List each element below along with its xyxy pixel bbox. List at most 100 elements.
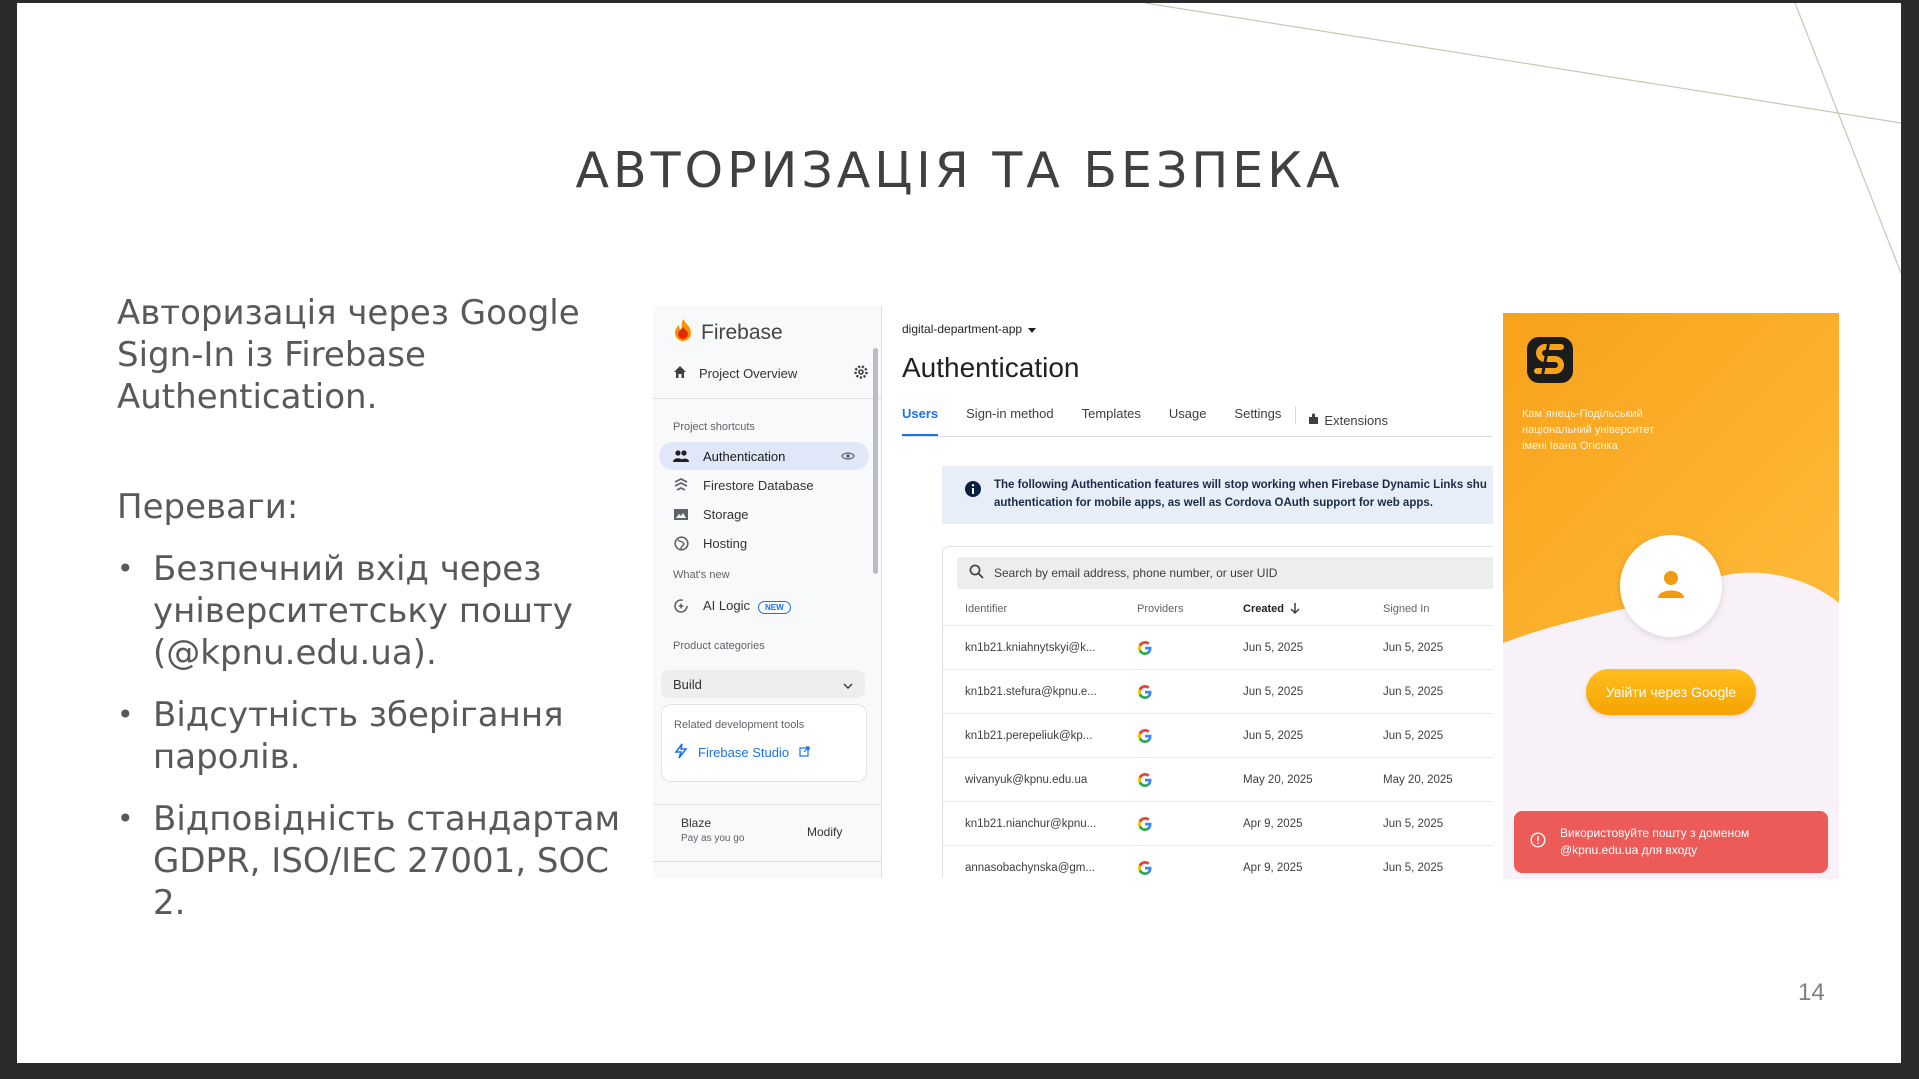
cell-identifier: annasobachynska@gm... (965, 861, 1095, 874)
caret-down-icon (1028, 322, 1037, 336)
column-header-signed-in[interactable]: Signed In (1383, 593, 1429, 625)
plan-info: Blaze Pay as you go (681, 816, 744, 844)
cell-created: Jun 5, 2025 (1243, 641, 1304, 654)
divider (653, 398, 881, 399)
sidebar-item-ai-logic[interactable]: AI Logic NEW (659, 592, 869, 620)
home-icon (673, 365, 687, 382)
table-row[interactable]: wivanyuk@kpnu.edu.ua May 20, 2025 May 20, … (943, 758, 1493, 802)
cell-identifier: kn1b21.stefura@kpnu.e... (965, 685, 1097, 698)
project-name: digital-department-app (902, 322, 1023, 336)
firebase-logo[interactable]: Firebase (673, 318, 783, 347)
firebase-studio-link[interactable]: Firebase Studio (674, 743, 810, 762)
advantages-heading: Переваги: (117, 487, 299, 527)
cell-signed-in: Jun 5, 2025 (1383, 729, 1444, 742)
whats-new-label: What's new (673, 569, 730, 581)
cell-signed-in: Jun 5, 2025 (1383, 817, 1444, 830)
bullet-item: Безпечний вхід через університетську пош… (117, 548, 647, 674)
sidebar-item-firestore[interactable]: Firestore Database (659, 471, 869, 499)
new-badge: NEW (757, 601, 791, 614)
ai-logic-icon (673, 598, 689, 614)
google-provider-icon (1137, 714, 1153, 757)
university-line-2: національний університет (1522, 424, 1655, 436)
cell-created: Jun 5, 2025 (1243, 685, 1304, 698)
table-row[interactable]: kn1b21.stefura@kpnu.e... Jun 5, 2025 Jun 5… (943, 670, 1493, 714)
tab-templates[interactable]: Templates (1082, 406, 1141, 434)
error-line-2: @kpnu.edu.ua для входу (1560, 843, 1698, 857)
people-icon (673, 448, 689, 464)
person-icon (1655, 568, 1687, 605)
table-row[interactable]: kn1b21.perepeliuk@kp... Jun 5, 2025 Jun 5,… (943, 714, 1493, 758)
column-header-identifier[interactable]: Identifier (965, 593, 1103, 625)
error-line-1: Використовуйте пошту з доменом (1560, 826, 1750, 840)
sidebar-item-label: Hosting (703, 535, 748, 551)
user-search-input[interactable]: Search by email address, phone number, o… (957, 557, 1493, 589)
created-label: Created (1243, 603, 1284, 615)
firebase-console-screenshot: Firebase Project Overview Project shortc… (653, 306, 1493, 878)
cell-identifier: kn1b21.nianchur@kpnu... (965, 817, 1097, 830)
project-selector[interactable]: digital-department-app (902, 322, 1037, 336)
sidebar-item-hosting[interactable]: Hosting (659, 529, 869, 557)
firebase-logo-text: Firebase (701, 320, 783, 344)
university-line-3: імені Івана Огієнка (1522, 440, 1618, 452)
bullet-item: Відсутність зберігання паролів. (117, 694, 647, 778)
column-header-providers[interactable]: Providers (1137, 593, 1183, 625)
eye-icon[interactable] (841, 449, 855, 464)
sidebar-item-label: Firestore Database (703, 477, 814, 493)
project-shortcuts-label: Project shortcuts (673, 421, 755, 433)
sidebar-item-storage[interactable]: Storage (659, 500, 869, 528)
table-row[interactable]: kn1b21.nianchur@kpnu... Apr 9, 2025 Jun 5,… (943, 802, 1493, 846)
deprecation-notice: The following Authentication features wi… (942, 466, 1493, 524)
studio-icon (674, 743, 688, 762)
search-icon (969, 564, 984, 582)
related-tools-label: Related development tools (674, 719, 805, 731)
users-table: Identifier Providers Created Signed In k… (943, 593, 1493, 878)
tab-users[interactable]: Users (902, 406, 939, 436)
build-category[interactable]: Build (661, 670, 865, 698)
column-header-created[interactable]: Created (1243, 593, 1300, 625)
info-icon (964, 480, 982, 503)
firebase-studio-label: Firebase Studio (698, 745, 790, 760)
extensions-icon (1308, 413, 1320, 428)
search-placeholder: Search by email address, phone number, o… (994, 566, 1278, 580)
avatar (1620, 535, 1722, 637)
notice-line-1: The following Authentication features wi… (994, 479, 1487, 491)
table-row[interactable]: annasobachynska@gm... Apr 9, 2025 Jun 5, 2… (943, 846, 1493, 878)
page-number: 14 (1798, 979, 1825, 1006)
storage-icon (673, 506, 689, 522)
table-row[interactable]: kn1b21.kniahnytskyi@k... Jun 5, 2025 Jun 5… (943, 626, 1493, 670)
cell-created: Apr 9, 2025 (1243, 817, 1303, 830)
plan-name: Blaze (681, 816, 712, 830)
arrow-down-icon (1290, 602, 1300, 617)
google-provider-icon (1137, 758, 1153, 801)
intro-text: Авторизація через Google Sign-In із Fire… (117, 293, 580, 417)
plan-sub: Pay as you go (681, 833, 745, 844)
firebase-sidebar: Firebase Project Overview Project shortc… (653, 306, 882, 878)
sidebar-scrollbar[interactable] (873, 348, 878, 574)
notice-line-2: authentication for mobile apps, as well … (994, 497, 1433, 509)
error-snackbar: Використовуйте пошту з доменом @kpnu.edu… (1514, 811, 1828, 873)
advantages-list: Безпечний вхід через університетську пош… (117, 548, 647, 924)
cell-created: Apr 9, 2025 (1243, 861, 1303, 874)
bullet-item: Відповідність стандартам GDPR, ISO/IEC 2… (117, 798, 647, 924)
tab-usage[interactable]: Usage (1169, 406, 1207, 434)
firebase-flame-icon (673, 318, 693, 347)
extensions-label: Extensions (1324, 412, 1388, 428)
cell-signed-in: Jun 5, 2025 (1383, 685, 1444, 698)
sidebar-item-authentication[interactable]: Authentication (659, 442, 869, 470)
tab-settings[interactable]: Settings (1234, 406, 1281, 434)
cell-created: May 20, 2025 (1243, 773, 1313, 786)
project-overview-link[interactable]: Project Overview (673, 364, 869, 383)
google-sign-in-button[interactable]: Увійти через Google (1586, 669, 1756, 715)
google-provider-icon (1137, 670, 1153, 713)
mobile-login-screenshot: Кам`янець-Подільський національний уніве… (1503, 313, 1839, 879)
error-icon (1530, 831, 1546, 853)
divider (653, 861, 881, 862)
tab-extensions[interactable]: Extensions (1308, 406, 1388, 434)
left-text-block: Авторизація через Google Sign-In із Fire… (117, 292, 647, 944)
firebase-main: digital-department-app Authentication Us… (882, 306, 1493, 878)
google-provider-icon (1137, 846, 1153, 878)
external-link-icon (799, 745, 810, 760)
tab-sign-in-method[interactable]: Sign-in method (966, 406, 1053, 434)
gear-icon[interactable] (853, 364, 869, 383)
modify-plan-button[interactable]: Modify (807, 825, 842, 839)
